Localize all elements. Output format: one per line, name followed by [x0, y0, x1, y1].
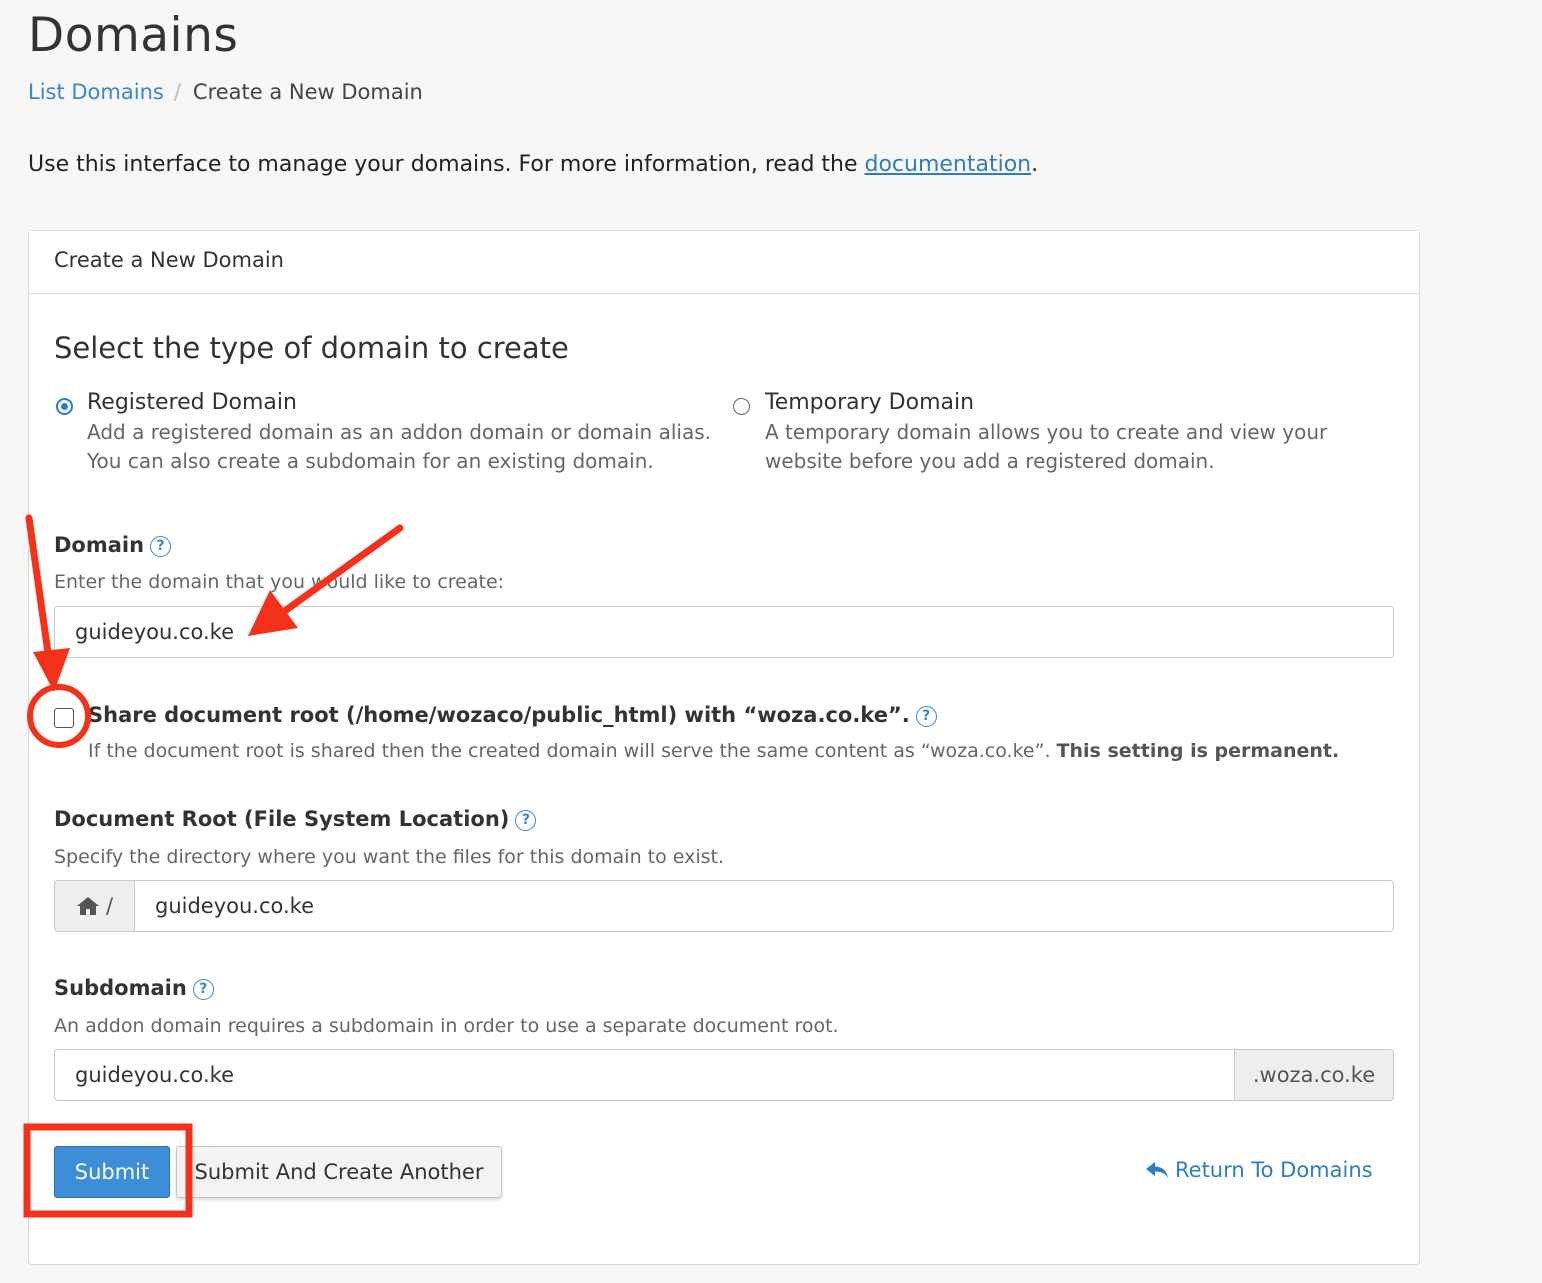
share-docroot-checkbox[interactable]	[54, 708, 74, 728]
share-docroot-desc: If the document root is shared then the …	[88, 740, 1339, 762]
temporary-domain-radio[interactable]	[733, 398, 750, 415]
submit-button[interactable]: Submit	[54, 1146, 170, 1198]
docroot-label: Document Root (File System Location)?	[54, 807, 537, 831]
section-title: Select the type of domain to create	[54, 331, 569, 365]
subdomain-label-text: Subdomain	[54, 976, 187, 1000]
domain-label: Domain?	[54, 533, 172, 557]
breadcrumb: List Domains / Create a New Domain	[28, 80, 423, 104]
page-title: Domains	[28, 8, 239, 63]
subdomain-input[interactable]	[54, 1049, 1235, 1101]
domain-input[interactable]	[54, 606, 1394, 658]
docroot-prefix: /	[54, 880, 134, 932]
share-docroot-desc-text: If the document root is shared then the …	[88, 740, 1057, 762]
registered-domain-label[interactable]: Registered Domain	[87, 390, 297, 415]
submit-and-create-another-button[interactable]: Submit And Create Another	[176, 1146, 502, 1198]
registered-domain-radio[interactable]	[56, 398, 73, 415]
question-circle-icon[interactable]: ?	[192, 979, 214, 1000]
intro-text-body: Use this interface to manage your domain…	[28, 152, 865, 177]
question-circle-icon[interactable]: ?	[150, 536, 172, 557]
subdomain-label: Subdomain?	[54, 976, 214, 1000]
panel-heading-title: Create a New Domain	[54, 248, 284, 272]
share-docroot-label-text: Share document root (/home/wozaco/public…	[88, 703, 910, 727]
docroot-prefix-slash: /	[105, 894, 114, 918]
domain-label-text: Domain	[54, 533, 145, 557]
breadcrumb-separator: /	[173, 80, 181, 104]
return-to-domains-link[interactable]: Return To Domains	[1145, 1158, 1373, 1182]
share-docroot-permanent-note: This setting is permanent.	[1056, 740, 1340, 762]
intro-text-end: .	[1031, 152, 1039, 177]
question-circle-icon[interactable]: ?	[915, 706, 937, 727]
domain-hint: Enter the domain that you would like to …	[54, 571, 505, 593]
question-circle-icon[interactable]: ?	[515, 810, 537, 831]
subdomain-suffix: .woza.co.ke	[1235, 1049, 1394, 1101]
registered-domain-desc-1: Add a registered domain as an addon doma…	[87, 420, 711, 444]
return-to-domains-label: Return To Domains	[1175, 1158, 1373, 1182]
create-domain-panel: Create a New Domain Select the type of d…	[28, 230, 1420, 1265]
docroot-hint: Specify the directory where you want the…	[54, 846, 725, 868]
temporary-domain-desc-2: website before you add a registered doma…	[765, 449, 1215, 473]
share-docroot-label[interactable]: Share document root (/home/wozaco/public…	[88, 703, 937, 727]
docroot-label-text: Document Root (File System Location)	[54, 807, 510, 831]
registered-domain-desc-2: You can also create a subdomain for an e…	[87, 449, 654, 473]
breadcrumb-current: Create a New Domain	[192, 80, 423, 104]
temporary-domain-label[interactable]: Temporary Domain	[765, 390, 974, 415]
breadcrumb-link-list-domains[interactable]: List Domains	[28, 80, 164, 104]
reply-arrow-icon	[1146, 1162, 1168, 1178]
documentation-link[interactable]: documentation	[865, 152, 1032, 177]
home-icon	[76, 897, 99, 915]
temporary-domain-desc-1: A temporary domain allows you to create …	[765, 420, 1328, 444]
intro-text: Use this interface to manage your domain…	[28, 152, 1038, 177]
docroot-input[interactable]	[134, 880, 1394, 932]
subdomain-hint: An addon domain requires a subdomain in …	[54, 1015, 839, 1037]
panel-heading: Create a New Domain	[29, 231, 1419, 294]
